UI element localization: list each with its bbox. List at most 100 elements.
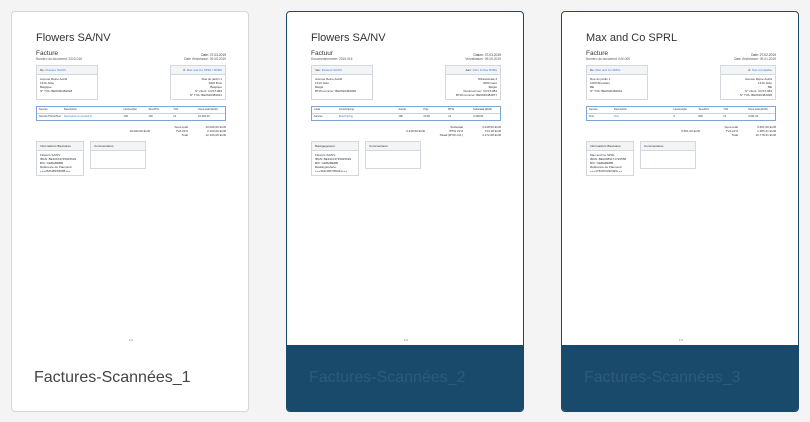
totals-left (681, 133, 700, 137)
from-box: Van: Flowers SA/NV Avenue Reine Astrid 1… (311, 65, 373, 100)
cell: 3.448,50 (473, 115, 484, 119)
from-name: Flowers SA/NV (321, 68, 343, 72)
page-number: 1/1 (128, 338, 134, 342)
col-header: Taux/Prix (698, 108, 710, 112)
col-header: Taux/Prix (148, 108, 160, 112)
cell: Description du produit ici (63, 115, 93, 119)
comments-header: Commentaires (641, 142, 695, 152)
totals-label: Total (731, 132, 738, 137)
cell: Service (314, 115, 323, 119)
from-name: Flowers SA/NV (45, 68, 66, 72)
to-name: John & Doe BVBA (472, 68, 497, 72)
to-name: Max and Co SPRL / BVBA (186, 68, 222, 72)
col-header: Prijs (423, 108, 429, 112)
invoice-card-2[interactable]: Flowers SA/NV Factuur Datum: 07-03-2019 … (286, 11, 524, 412)
col-header: Description (63, 108, 77, 112)
doc-title: Facture (36, 50, 59, 57)
cell: 100 (148, 115, 153, 119)
to-label: Aan: (465, 68, 472, 72)
doc-number: Numéro du document: INV-009 (586, 57, 630, 61)
company-name: Flowers SA/NV (36, 32, 111, 44)
totals-label: Total (181, 132, 188, 137)
invoice-thumbnail: Max and Co SPRL Facture Date: 27-02-2019… (574, 12, 788, 346)
totals-left: 3.448,50 EUR (406, 128, 425, 133)
to-name: Test comptable (751, 68, 772, 72)
col-header: Heures/Qté (673, 108, 687, 112)
cell: 100 (123, 115, 128, 119)
doc-title: Factuur (311, 50, 334, 57)
card-caption[interactable]: Factures-Scannées_3 (562, 345, 798, 411)
doc-due: Date d'échéance: 09-01-2019 (734, 57, 776, 61)
doc-due: Vervaldatum: 09-05-2019 (465, 57, 501, 61)
from-addr-line: N° TVA: BE0630484931 (590, 89, 623, 93)
comments-box: Commentaren (365, 141, 421, 170)
totals-label: Totaal (BTW incl.) (439, 132, 463, 137)
col-header: Code (314, 108, 321, 112)
invoice-thumbnail: Flowers SA/NV Factuur Datum: 07-03-2019 … (299, 12, 513, 346)
cell: Test (613, 115, 619, 119)
cell: 180 (398, 115, 403, 119)
to-addr-line: N° TVA: BE0630484931 (189, 93, 222, 97)
invoice-thumbnail: Flowers SA/NV Facture Date: 07-03-2019 N… (24, 12, 238, 346)
line-items-table: Code Omschrijving Aantal Prijs BTW Subto… (311, 106, 501, 121)
to-addr-line: BTW-nummer: BE0630484877 (456, 93, 497, 97)
to-label: À: (183, 68, 186, 72)
card-caption[interactable]: Factures-Scannées_2 (287, 345, 523, 411)
totals-left (406, 133, 425, 137)
bank-line: Référence de Paiement: +++25/0383/65685+… (40, 165, 73, 174)
col-header: TVA (723, 108, 729, 112)
cell: Test (589, 115, 594, 119)
cell: Beschrijving (338, 115, 353, 119)
col-header: Sous-total (EUR) (748, 108, 768, 112)
bank-header: Bankgegevens (312, 142, 358, 152)
page-number: 1/1 (678, 338, 684, 342)
col-header: Service (39, 108, 48, 112)
to-box: À: Test comptable Avenue Reine Astrid 13… (720, 65, 776, 100)
to-box: Aan: John & Doe BVBA Winkelstraat 4 3000… (445, 65, 501, 100)
page-number: 1/1 (403, 338, 409, 342)
from-label: De: (590, 68, 595, 72)
totals-left (129, 133, 150, 137)
col-header: Sous-total (EUR) (198, 108, 218, 112)
col-header: Omschrijving (338, 108, 354, 112)
to-addr-line: N° TVA: BE0630484928 (739, 93, 772, 97)
bank-header: Informations Bancaires (37, 142, 83, 152)
comments-header: Commentaires (91, 142, 145, 152)
from-label: De: (40, 68, 45, 72)
bank-line: Betalingsreferte: +++362/4067/80321+++ (315, 165, 348, 174)
comments-box: Commentaires (640, 141, 696, 170)
totals-value: 4.172,68 EUR (482, 132, 501, 137)
cell: 21 (723, 115, 727, 119)
doc-number: Documentnummer: 2019-016 (311, 57, 353, 61)
cell: 21 (173, 115, 177, 119)
col-header: TVA (173, 108, 179, 112)
company-name: Flowers SA/NV (311, 32, 386, 44)
cell: Service Photo/Test (39, 115, 61, 119)
cell: 3.601,00 (748, 115, 759, 119)
from-box: De: Max and Co SPRL Rue du jardin 1 1000… (586, 65, 648, 100)
cell: 5 (673, 115, 675, 119)
bank-box: Bankgegevens Flowers SA/NV IBAN: BE10103… (311, 141, 359, 177)
doc-number: Numéro du document: 2019-016 (36, 57, 82, 61)
totals-value: 16.778,21 EUR (755, 132, 776, 137)
cell: 20,00 (423, 115, 430, 119)
doc-title: Facture (586, 50, 609, 57)
invoice-card-1[interactable]: Flowers SA/NV Facture Date: 07-03-2019 N… (11, 11, 249, 412)
bank-header: Informations Bancaires (587, 142, 633, 152)
line-items-table: Service Description Heures/Qté Taux/Prix… (36, 106, 226, 121)
col-header: Description (613, 108, 627, 112)
cell: 800 (698, 115, 703, 119)
invoice-gallery: Flowers SA/NV Facture Date: 07-03-2019 N… (0, 0, 810, 422)
col-header: Aantal (398, 108, 406, 112)
to-label: À: (748, 68, 752, 72)
to-box: À: Max and Co SPRL / BVBA Rue du jardin … (170, 65, 226, 100)
company-name: Max and Co SPRL (586, 32, 678, 44)
totals: 10.000,00 EUR Sous-total TVA 21% Total 1… (36, 125, 226, 138)
invoice-card-3[interactable]: Max and Co SPRL Facture Date: 27-02-2019… (561, 11, 799, 412)
totals-left: 10.000,00 EUR (129, 128, 150, 133)
from-name: Max and Co SPRL (595, 68, 621, 72)
doc-due: Date d'échéance: 09-05-2019 (184, 57, 226, 61)
card-caption[interactable]: Factures-Scannées_1 (12, 345, 248, 411)
totals: 6.601,00 EUR Sous-total TVA 21% Total 6.… (586, 125, 776, 138)
from-addr-line: N° TVA: BE0630484928 (40, 89, 73, 93)
